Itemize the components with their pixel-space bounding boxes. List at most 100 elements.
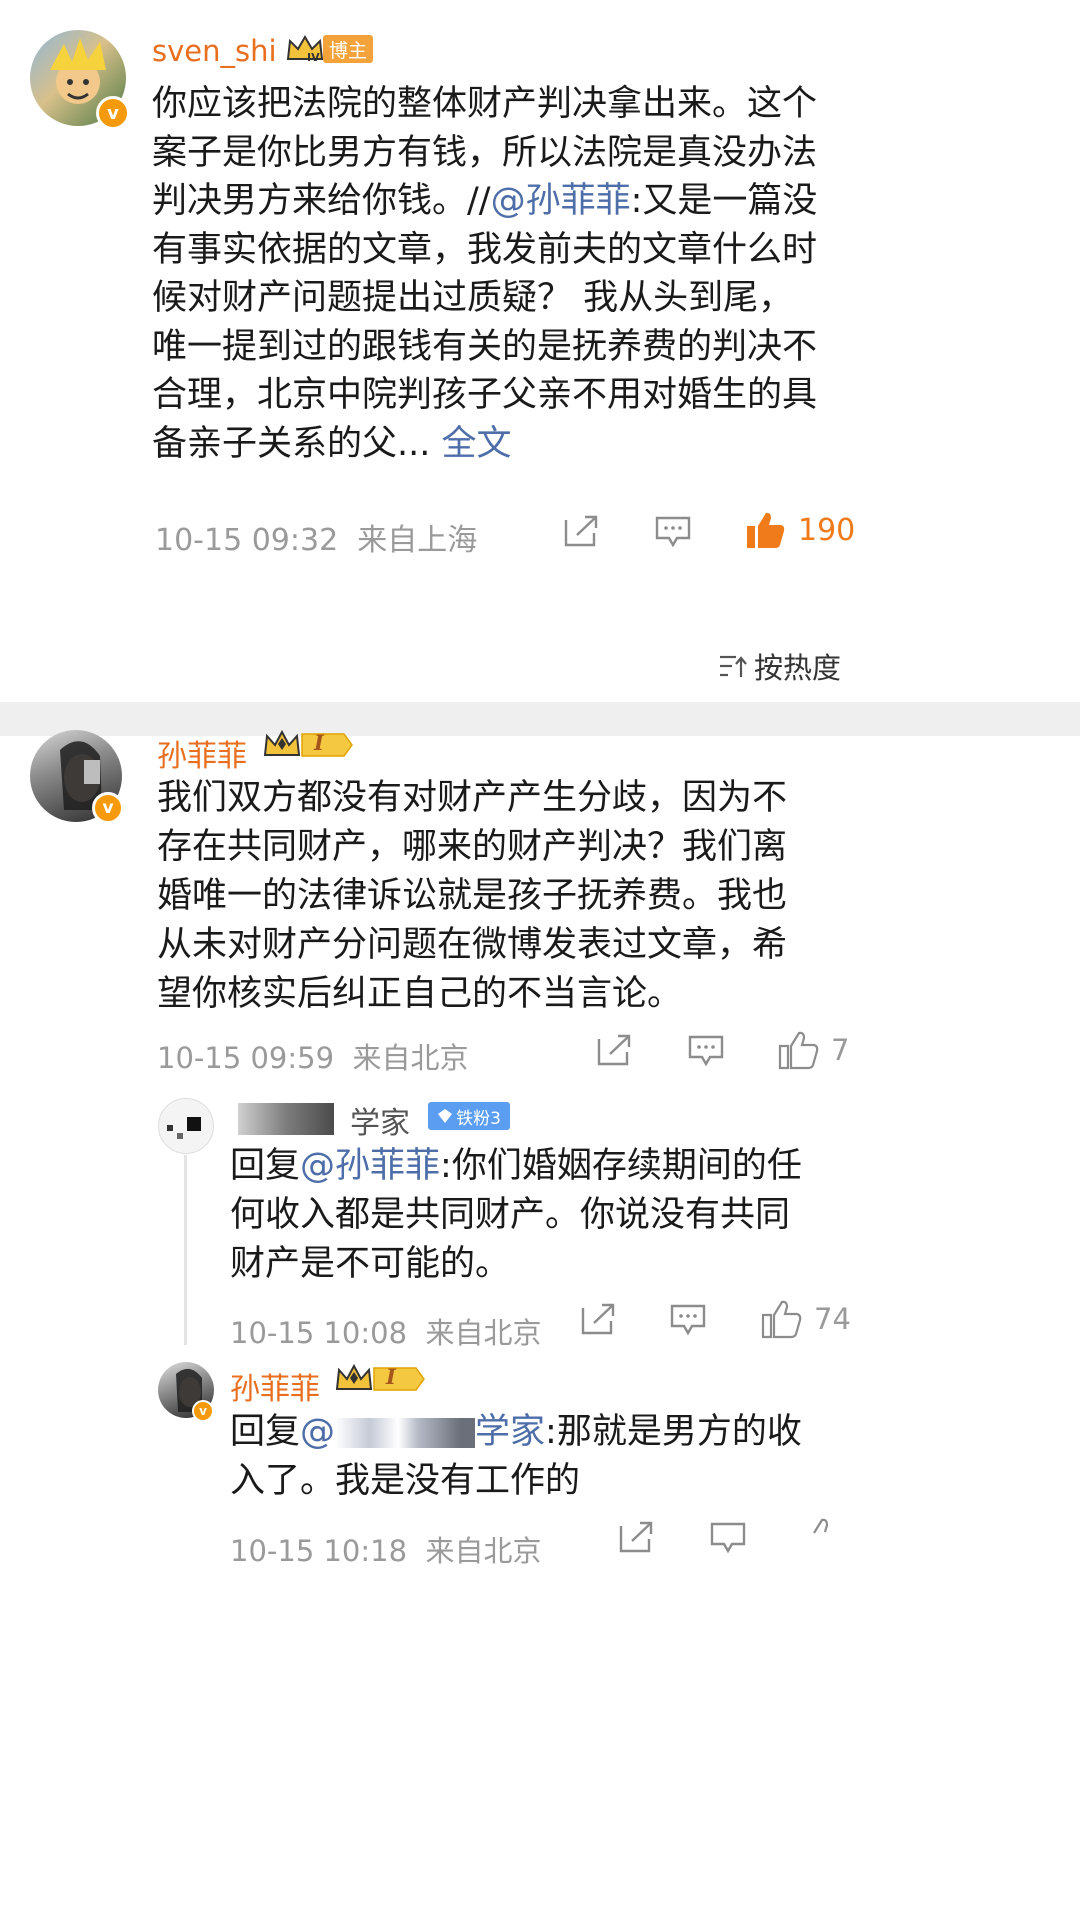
reply-text: 回复@孙菲菲:你们婚姻存续期间的任 何收入都是共同财产。你说没有共同 财产是不可… bbox=[230, 1142, 1070, 1289]
reply-username[interactable]: 孙菲菲 bbox=[230, 1364, 320, 1408]
comment-button[interactable] bbox=[655, 516, 691, 548]
mention-link[interactable]: @ 学家 bbox=[300, 1412, 545, 1452]
reply-line-text: :那就是男方的收 bbox=[545, 1412, 802, 1452]
reply-line: 回复@孙菲菲:你们婚姻存续期间的任 bbox=[230, 1142, 1070, 1191]
comment-meta: 10-15 09:59 来自北京 bbox=[157, 1035, 469, 1077]
thumbs-up-icon bbox=[747, 512, 785, 548]
comment-time: 10-15 09:59 bbox=[157, 1041, 335, 1075]
post-username[interactable]: sven_shi bbox=[152, 34, 277, 68]
comment-icon bbox=[655, 516, 691, 548]
like-button[interactable]: 190 bbox=[744, 510, 855, 550]
post-line: 备亲子关系的父... 全文 bbox=[152, 420, 1052, 469]
comment-button[interactable] bbox=[688, 1035, 724, 1067]
share-icon bbox=[581, 1303, 615, 1335]
full-text-link[interactable]: 全文 bbox=[442, 424, 512, 464]
comment-button[interactable] bbox=[670, 1304, 706, 1336]
post-text: 你应该把法院的整体财产判决拿出来。这个 案子是你比男方有钱，所以法院是真没办法 … bbox=[152, 80, 1052, 468]
comment-icon bbox=[670, 1304, 706, 1336]
blogger-tag: 博主 bbox=[323, 35, 373, 63]
like-button[interactable]: 7 bbox=[777, 1030, 849, 1070]
crown-icon bbox=[263, 729, 353, 757]
post-line-text: :又是一篇没 bbox=[630, 181, 818, 221]
thumbs-up-icon bbox=[761, 1300, 802, 1339]
verified-badge-icon: v bbox=[192, 1400, 214, 1422]
comment-button[interactable] bbox=[710, 1522, 746, 1554]
blogger-badge[interactable]: IV 博主 bbox=[285, 33, 373, 65]
reply-time: 10-15 10:18 bbox=[230, 1534, 408, 1568]
thumbs-up-icon bbox=[778, 1031, 819, 1070]
comment-line: 存在共同财产，哪来的财产判决？我们离 bbox=[157, 827, 788, 867]
comment-location: 来自北京 bbox=[352, 1041, 469, 1075]
crown-icon bbox=[335, 1363, 425, 1391]
like-button[interactable] bbox=[800, 1517, 842, 1557]
post-meta: 10-15 09:32 来自上海 bbox=[155, 515, 477, 559]
level-label: I bbox=[386, 1364, 396, 1389]
post-line: 有事实依据的文章，我发前夫的文章什么时 bbox=[152, 229, 818, 270]
like-count: 7 bbox=[831, 1033, 850, 1067]
repost-button[interactable] bbox=[563, 514, 599, 548]
avatar-image bbox=[167, 1117, 201, 1139]
level-label: I bbox=[314, 730, 324, 755]
reply-meta: 10-15 10:18 来自北京 bbox=[230, 1528, 542, 1570]
reply-line: 财产是不可能的。 bbox=[230, 1244, 511, 1284]
post-line: 判决男方来给你钱。//@孙菲菲:又是一篇没 bbox=[152, 177, 1052, 226]
reply-line: 入了。我是没有工作的 bbox=[230, 1461, 581, 1501]
mention-link[interactable]: @孙菲菲 bbox=[491, 181, 631, 221]
reply-location: 来自北京 bbox=[425, 1316, 542, 1350]
comment-line: 我们双方都没有对财产产生分歧，因为不 bbox=[157, 778, 788, 818]
diamond-icon bbox=[438, 1109, 453, 1123]
reply-line: 何收入都是共同财产。你说没有共同 bbox=[230, 1195, 791, 1235]
repost-button[interactable] bbox=[596, 1033, 632, 1067]
post-line: 唯一提到过的跟钱有关的是抚养费的判决不 bbox=[152, 326, 818, 367]
repost-button[interactable] bbox=[580, 1302, 616, 1336]
like-count: 74 bbox=[814, 1302, 851, 1336]
reply-prefix: 回复 bbox=[230, 1412, 301, 1452]
crown-icon: IV bbox=[286, 35, 324, 64]
verified-badge-icon: v bbox=[92, 792, 124, 824]
mention-link[interactable]: @孙菲菲 bbox=[300, 1146, 440, 1186]
like-button[interactable]: 74 bbox=[760, 1299, 851, 1339]
reply-line-text: :你们婚姻存续期间的任 bbox=[440, 1146, 802, 1186]
reply-line: 回复@ 学家:那就是男方的收 bbox=[230, 1408, 1070, 1457]
comment-text: 我们双方都没有对财产产生分歧，因为不 存在共同财产，哪来的财产判决？我们离 婚唯… bbox=[157, 774, 1057, 1019]
reply-text: 回复@ 学家:那就是男方的收 入了。我是没有工作的 bbox=[230, 1408, 1070, 1506]
mention-at: @ bbox=[300, 1412, 336, 1452]
comment-username[interactable]: 孙菲菲 bbox=[157, 731, 247, 775]
redacted-mention bbox=[335, 1418, 476, 1448]
post-line: 你应该把法院的整体财产判决拿出来。这个 bbox=[152, 84, 818, 124]
sort-label: 按热度 bbox=[754, 651, 842, 685]
redacted-name-block bbox=[238, 1103, 334, 1135]
post-line-text: 备亲子关系的父... bbox=[152, 423, 431, 464]
comment-line: 从未对财产分问题在微博发表过文章，希 bbox=[157, 925, 788, 965]
member-level-badge[interactable]: I bbox=[262, 728, 354, 762]
share-icon bbox=[597, 1034, 631, 1066]
reply-prefix: 回复 bbox=[230, 1146, 301, 1186]
thread-line bbox=[184, 1155, 187, 1345]
reply-username[interactable]: 学家 bbox=[350, 1098, 410, 1142]
comment-line: 婚唯一的法律诉讼就是孩子抚养费。我也 bbox=[157, 876, 788, 916]
comment-icon bbox=[688, 1035, 724, 1067]
sort-toggle[interactable]: 按热度 bbox=[718, 645, 841, 687]
share-icon bbox=[619, 1521, 653, 1553]
like-count: 190 bbox=[798, 512, 856, 548]
fan-badge[interactable]: 铁粉3 bbox=[428, 1102, 510, 1130]
reply-location: 来自北京 bbox=[425, 1534, 542, 1568]
fan-badge-label: 铁粉3 bbox=[456, 1108, 501, 1129]
member-level-badge[interactable]: I bbox=[334, 1362, 426, 1396]
repost-button[interactable] bbox=[618, 1520, 654, 1554]
sort-icon bbox=[720, 655, 747, 677]
mention-tail: 学家 bbox=[475, 1412, 546, 1452]
thumbs-up-icon bbox=[813, 1518, 829, 1534]
post-line: 案子是你比男方有钱，所以法院是真没办法 bbox=[152, 132, 818, 173]
avatar[interactable] bbox=[158, 1098, 214, 1154]
comment-line: 望你核实后纠正自己的不当言论。 bbox=[157, 974, 683, 1014]
share-icon bbox=[564, 515, 598, 547]
post-line: 候对财产问题提出过质疑？ 我从头到尾， bbox=[152, 278, 794, 318]
reply-time: 10-15 10:08 bbox=[230, 1316, 408, 1350]
post-location: 来自上海 bbox=[357, 523, 478, 558]
post-line-text: 判决男方来给你钱。// bbox=[152, 181, 491, 221]
comment-icon bbox=[710, 1522, 746, 1554]
post-line: 合理，北京中院判孩子父亲不用对婚生的具 bbox=[152, 375, 818, 415]
weibo-post: v sven_shi IV 博主 你应该把法院的整体财产判决拿出来。这个 案子是… bbox=[0, 0, 1080, 700]
post-time: 10-15 09:32 bbox=[155, 523, 339, 558]
